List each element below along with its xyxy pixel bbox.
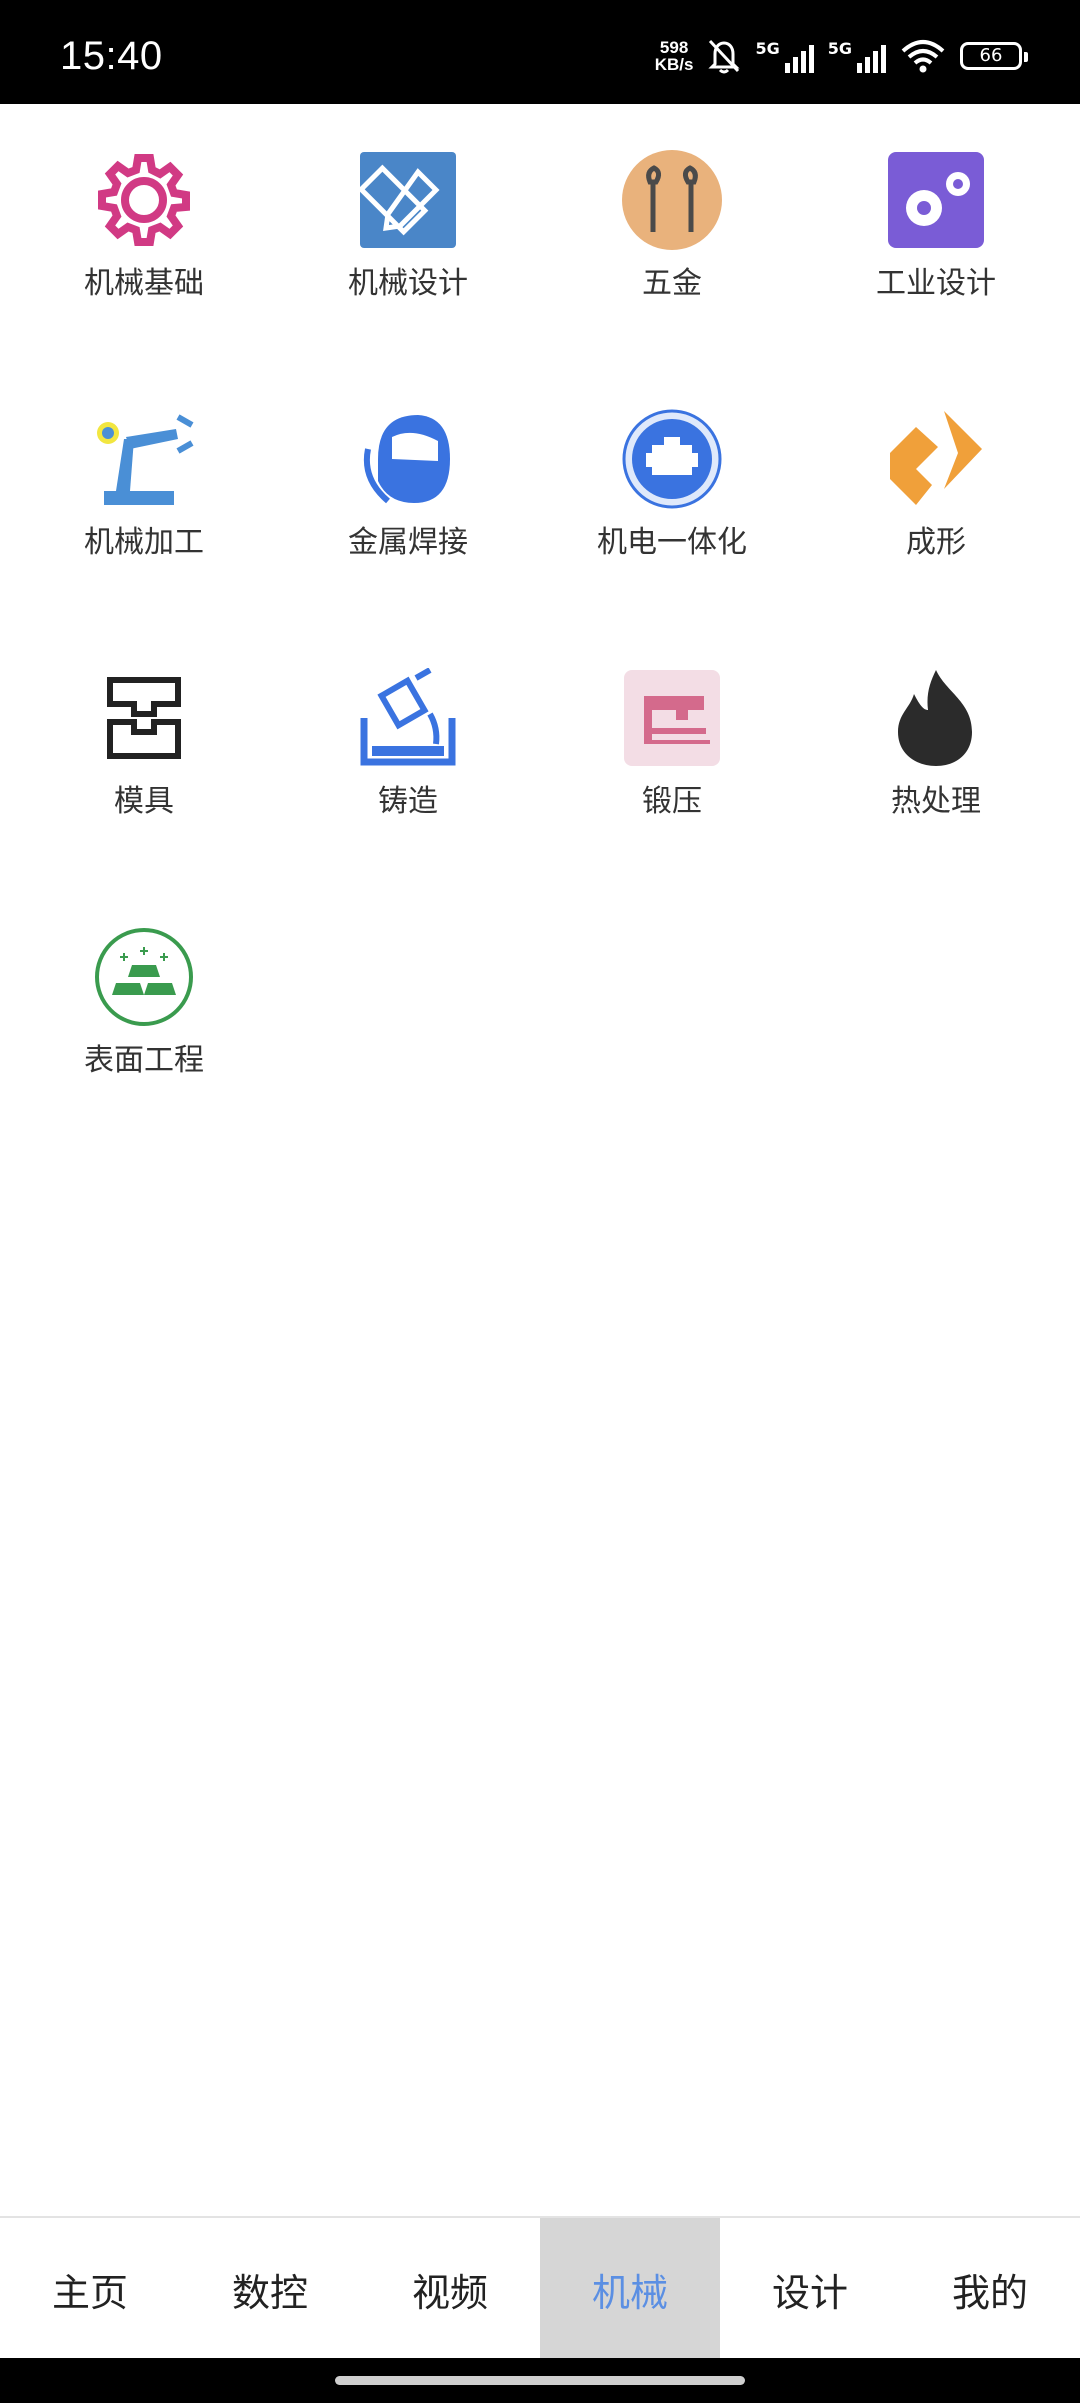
grid-item-industrial-design[interactable]: 工业设计 (816, 150, 1056, 302)
status-time: 15:40 (60, 34, 163, 78)
wifi-icon (901, 40, 945, 73)
grid-item-label: 工业设计 (876, 266, 996, 301)
grid-item-label: 机械设计 (348, 266, 468, 301)
grid-item-mechatronics[interactable]: 机电一体化 (552, 409, 792, 561)
tab-cnc[interactable]: 数控 (180, 2218, 360, 2360)
grid-item-metal-welding[interactable]: 金属焊接 (288, 409, 528, 561)
grid-item-label: 锻压 (642, 784, 702, 819)
welding-mask-icon (358, 409, 458, 509)
grid-item-mold[interactable]: 模具 (24, 668, 264, 820)
signal-2-icon: 5G (828, 39, 886, 73)
grid-item-label: 机械基础 (84, 266, 204, 301)
grid-item-forging[interactable]: 锻压 (552, 668, 792, 820)
tab-machinery[interactable]: 机械 (540, 2218, 720, 2360)
network-2-label: 5G (827, 39, 852, 58)
mold-icon (94, 668, 194, 768)
bottom-nav: 主页 数控 视频 机械 设计 我的 (0, 2216, 1080, 2360)
bell-muted-icon (708, 39, 741, 74)
wrench-icon (622, 150, 722, 250)
grid-item-mechanical-basics[interactable]: 机械基础 (24, 150, 264, 302)
home-indicator[interactable] (335, 2376, 745, 2385)
gesture-bar-area (0, 2358, 1080, 2403)
grid-item-mechanical-design[interactable]: 机械设计 (288, 150, 528, 302)
network-1-label: 5G (755, 39, 780, 58)
grid-item-label: 五金 (642, 266, 702, 301)
grid-item-label: 表面工程 (84, 1043, 204, 1078)
casting-icon (358, 667, 458, 768)
tab-video[interactable]: 视频 (360, 2218, 540, 2360)
grid-item-surface-engineering[interactable]: 表面工程 (24, 927, 264, 1079)
battery-icon: 66 (960, 42, 1028, 70)
grid-item-label: 成形 (906, 525, 966, 560)
grid-item-label: 模具 (114, 784, 174, 819)
tab-mine[interactable]: 我的 (900, 2218, 1080, 2360)
grid-item-label: 热处理 (891, 784, 981, 819)
engine-icon (622, 409, 722, 509)
net-speed-unit: KB/s (654, 55, 694, 74)
gears-icon (886, 150, 986, 250)
grid-item-casting[interactable]: 铸造 (288, 667, 528, 820)
status-icons: 598 KB/s 5G 5G 66 (655, 38, 1028, 74)
robot-arm-icon (94, 409, 194, 509)
grid-item-heat-treatment[interactable]: 热处理 (816, 668, 1056, 820)
signal-1-icon: 5G (755, 39, 814, 73)
forging-press-icon (622, 668, 722, 768)
grid-item-label: 机电一体化 (597, 525, 747, 560)
forming-icon (886, 409, 986, 509)
net-speed-value: 598 (659, 38, 689, 57)
grid-item-forming[interactable]: 成形 (816, 409, 1056, 561)
grid-item-label: 铸造 (378, 784, 438, 819)
tab-design[interactable]: 设计 (720, 2218, 900, 2360)
design-tools-icon (357, 150, 458, 250)
gold-bars-icon (94, 927, 194, 1027)
net-speed: 598 KB/s (655, 39, 694, 73)
grid-item-label: 金属焊接 (348, 525, 468, 560)
tab-home[interactable]: 主页 (0, 2218, 180, 2360)
grid-item-hardware[interactable]: 五金 (552, 150, 792, 302)
gear-icon (94, 150, 194, 250)
flame-icon (886, 668, 986, 768)
grid-item-label: 机械加工 (84, 525, 204, 560)
grid-item-machining[interactable]: 机械加工 (24, 409, 264, 561)
status-bar: 15:40 598 KB/s 5G 5G 66 (0, 0, 1080, 104)
